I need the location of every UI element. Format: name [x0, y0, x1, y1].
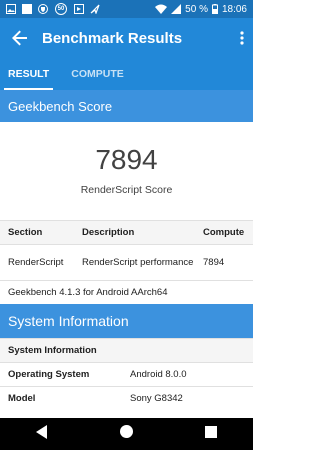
column-header-compute: Compute — [203, 227, 245, 238]
signal-icon — [171, 4, 182, 14]
table-header-row: Section Description Compute — [0, 220, 253, 244]
arrow-back-icon — [12, 30, 27, 46]
status-bar: 50 50 % 18:06 — [0, 0, 253, 18]
cell-compute: 7894 — [203, 257, 225, 268]
cell-description: RenderScript performance — [82, 257, 194, 268]
badge-50-icon: 50 — [54, 3, 68, 15]
results-table: Section Description Compute RenderScript… — [0, 220, 253, 280]
system-status: 50 % 18:06 — [155, 4, 247, 15]
battery-icon — [211, 4, 218, 14]
triangle-back-icon — [36, 424, 47, 439]
score-value: 7894 — [95, 144, 158, 175]
app-toolbar: Benchmark Results — [0, 18, 253, 58]
image-icon — [6, 4, 16, 14]
score-card: 7894 RenderScript Score — [0, 122, 253, 220]
square-icon — [22, 4, 32, 14]
nav-home-button[interactable] — [120, 425, 133, 443]
version-text: Geekbench 4.1.3 for Android AArch64 — [0, 280, 253, 304]
info-value: Sony G8342 — [130, 393, 183, 404]
battery-percent: 50 % — [185, 3, 208, 15]
media-icon — [74, 4, 84, 14]
info-value: Android 8.0.0 — [130, 369, 187, 380]
score-label: RenderScript Score — [80, 184, 173, 196]
circle-home-icon — [120, 425, 133, 438]
tab-compute[interactable]: COMPUTE — [67, 58, 128, 90]
overflow-menu-button[interactable] — [231, 18, 253, 58]
system-information-header: System Information — [0, 304, 253, 338]
shield-icon — [38, 4, 48, 14]
send-icon — [90, 4, 100, 14]
column-header-section: Section — [8, 227, 43, 238]
table-row: RenderScript RenderScript performance 78… — [0, 244, 253, 280]
nav-back-button[interactable] — [36, 424, 48, 444]
badge-50-text: 50 — [57, 6, 65, 12]
more-vert-icon — [240, 31, 244, 45]
tab-bar: RESULT COMPUTE — [0, 58, 253, 90]
info-key: Model — [8, 393, 36, 404]
system-information-subheader: System Information — [0, 338, 253, 362]
notification-icons: 50 — [6, 3, 100, 15]
info-key: Operating System — [8, 369, 90, 380]
clock: 18:06 — [221, 3, 247, 15]
back-button[interactable] — [0, 18, 40, 58]
tab-result[interactable]: RESULT — [4, 58, 54, 90]
page-title: Benchmark Results — [42, 29, 183, 47]
geekbench-score-header: Geekbench Score — [0, 90, 253, 122]
cell-section: RenderScript — [8, 257, 64, 268]
square-recents-icon — [205, 426, 217, 438]
info-row-model: Model Sony G8342 — [0, 386, 253, 410]
info-row-operating-system: Operating System Android 8.0.0 — [0, 362, 253, 386]
wifi-icon — [155, 4, 168, 14]
column-header-description: Description — [82, 227, 135, 238]
navigation-bar — [0, 418, 253, 450]
nav-recents-button[interactable] — [205, 425, 217, 443]
